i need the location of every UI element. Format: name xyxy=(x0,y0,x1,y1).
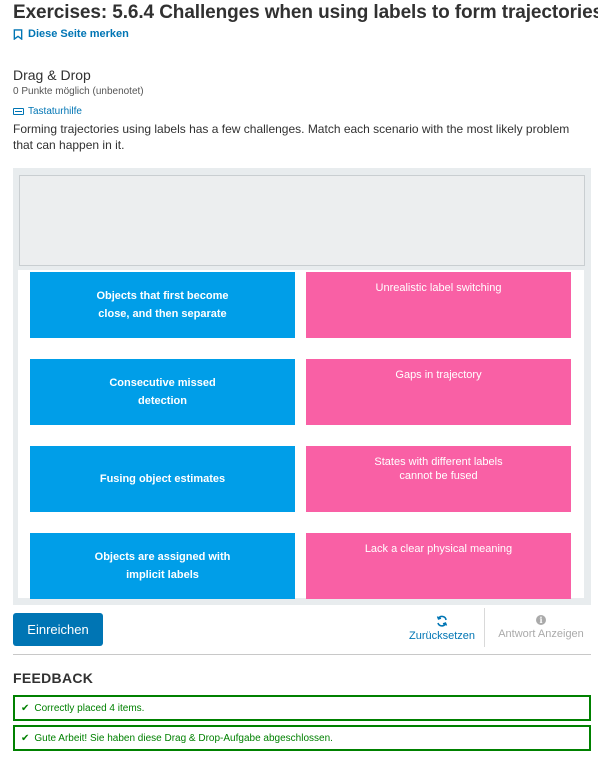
feedback-message: ✔ Correctly placed 4 items. xyxy=(13,695,591,721)
section-divider xyxy=(13,654,591,655)
drag-item-label: Objects are assigned with implicit label… xyxy=(94,551,231,581)
keyboard-icon xyxy=(13,108,24,115)
drag-drop-area: Objects that first become close, and the… xyxy=(13,168,591,605)
bookmark-link[interactable]: Diese Seite merken xyxy=(13,28,129,40)
drop-target[interactable]: States with different labels cannot be f… xyxy=(306,446,571,512)
feedback-text: Gute Arbeit! Sie haben diese Drag & Drop… xyxy=(34,732,333,744)
problem-title: Drag & Drop xyxy=(13,67,91,83)
drag-item[interactable]: Consecutive missed detection xyxy=(30,359,295,425)
drop-target[interactable]: Gaps in trajectory xyxy=(306,359,571,425)
action-divider xyxy=(484,608,485,647)
keyboard-help-label: Tastaturhilfe xyxy=(28,106,82,117)
drag-item-label: Consecutive missed detection xyxy=(109,377,216,407)
page-title: Exercises: 5.6.4 Challenges when using l… xyxy=(13,2,598,23)
feedback-title: FEEDBACK xyxy=(13,670,94,686)
item-bank-zone[interactable] xyxy=(19,175,585,266)
drop-target[interactable]: Unrealistic label switching xyxy=(306,272,571,338)
points-info: 0 Punkte möglich (unbenotet) xyxy=(13,86,144,97)
feedback-message: ✔ Gute Arbeit! Sie haben diese Drag & Dr… xyxy=(13,725,591,751)
target-board: Objects that first become close, and the… xyxy=(18,270,584,599)
check-icon: ✔ xyxy=(21,732,30,744)
info-icon: i xyxy=(536,615,546,625)
check-icon: ✔ xyxy=(21,702,30,714)
bookmark-icon xyxy=(13,28,23,40)
problem-prompt: Forming trajectories using labels has a … xyxy=(13,122,570,152)
drop-target-label: States with different labels cannot be f… xyxy=(374,456,503,482)
drag-item[interactable]: Fusing object estimates xyxy=(30,446,295,512)
drop-target[interactable]: Lack a clear physical meaning xyxy=(306,533,571,599)
drag-item[interactable]: Objects are assigned with implicit label… xyxy=(30,533,295,599)
drag-item-label: Fusing object estimates xyxy=(99,473,226,485)
drop-target-label: Unrealistic label switching xyxy=(375,282,502,294)
keyboard-help-link[interactable]: Tastaturhilfe xyxy=(13,106,82,117)
drag-item-label: Objects that first become close, and the… xyxy=(96,290,229,320)
refresh-icon xyxy=(436,615,448,627)
drag-item[interactable]: Objects that first become close, and the… xyxy=(30,272,295,338)
reset-button[interactable]: Zurücksetzen xyxy=(404,615,480,642)
submit-button[interactable]: Einreichen xyxy=(13,613,103,646)
show-answer-button[interactable]: i Antwort Anzeigen xyxy=(494,615,588,640)
drop-target-label: Gaps in trajectory xyxy=(395,369,482,381)
reset-label: Zurücksetzen xyxy=(408,630,476,642)
feedback-text: Correctly placed 4 items. xyxy=(34,702,145,714)
drop-target-label: Lack a clear physical meaning xyxy=(364,543,513,555)
show-answer-label: Antwort Anzeigen xyxy=(498,628,584,640)
bookmark-label: Diese Seite merken xyxy=(28,28,129,40)
